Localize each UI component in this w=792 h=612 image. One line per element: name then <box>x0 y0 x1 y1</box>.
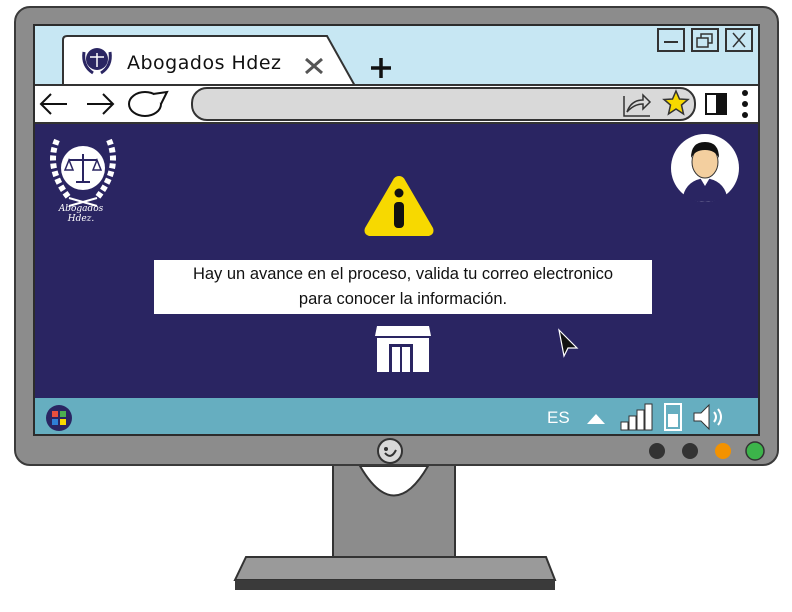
office-building-icon[interactable] <box>373 324 433 374</box>
screen: Abogados Hdez Abogados Hdez. Hay un avan… <box>33 24 760 436</box>
led-2 <box>682 443 698 459</box>
user-avatar-icon[interactable] <box>669 132 741 204</box>
window-controls <box>657 28 757 54</box>
tab-favicon-icon <box>82 48 112 75</box>
monitor-logo-icon <box>377 438 403 464</box>
taskbar: ES <box>35 398 758 434</box>
star-icon[interactable] <box>661 88 691 118</box>
tab-close-icon[interactable] <box>303 56 325 76</box>
language-indicator[interactable]: ES <box>547 408 570 428</box>
signal-bars-icon[interactable] <box>619 402 657 432</box>
back-arrow-icon[interactable] <box>37 90 71 118</box>
monitor-leds <box>649 441 765 461</box>
start-menu-icon[interactable] <box>45 404 73 432</box>
logo-caption: Abogados Hdez. <box>58 204 104 224</box>
volume-icon[interactable] <box>691 402 731 432</box>
led-1 <box>649 443 665 459</box>
law-firm-logo <box>50 138 116 207</box>
minimize-icon[interactable] <box>657 28 685 52</box>
restore-icon[interactable] <box>691 28 719 52</box>
new-tab-plus-icon[interactable] <box>369 56 393 80</box>
message-line-1: Hay un avance en el proceso, valida tu c… <box>192 265 614 283</box>
battery-icon[interactable] <box>663 402 683 432</box>
forward-arrow-icon[interactable] <box>83 90 117 118</box>
share-icon[interactable] <box>621 90 653 118</box>
mouse-cursor-icon <box>558 328 579 358</box>
notification-message: Hay un avance en el proceso, valida tu c… <box>154 260 652 314</box>
reload-icon[interactable] <box>125 88 173 120</box>
message-line-2: para conocer la información. <box>298 290 508 308</box>
tab-title: Abogados Hdez <box>127 52 282 74</box>
sidebar-icon[interactable] <box>703 90 729 118</box>
tray-up-arrow-icon[interactable] <box>585 410 607 426</box>
warning-info-icon <box>364 176 434 236</box>
kebab-menu-icon[interactable] <box>737 88 753 120</box>
led-orange <box>715 443 731 459</box>
close-window-icon[interactable] <box>725 28 753 52</box>
led-green <box>745 441 765 461</box>
